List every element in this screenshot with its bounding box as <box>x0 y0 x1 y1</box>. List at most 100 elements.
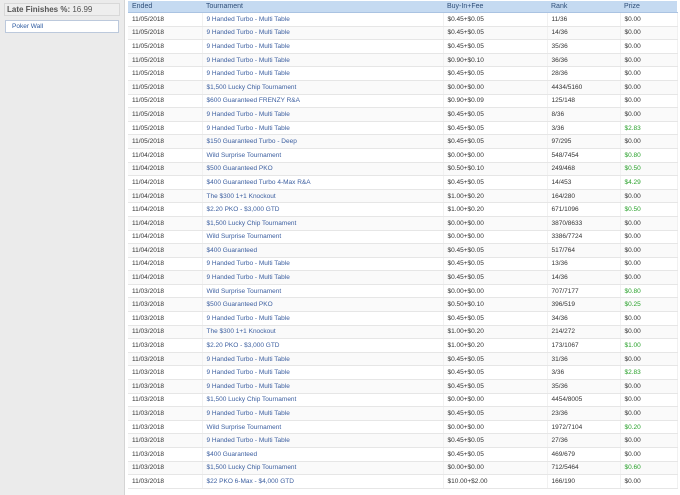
ended-cell: 11/03/2018 <box>128 338 203 353</box>
ended-cell: 11/05/2018 <box>128 66 203 81</box>
buy-in-cell: $0.45+$0.05 <box>443 406 548 421</box>
rank-cell: 4434/5160 <box>547 80 621 95</box>
buy-in-cell: $0.50+$0.10 <box>443 162 548 177</box>
ended-cell: 11/05/2018 <box>128 134 203 149</box>
buy-in-cell: $0.45+$0.05 <box>443 352 548 367</box>
tournament-link[interactable]: $1,500 Lucky Chip Tournament <box>202 461 444 476</box>
late-finishes-value: 16.99 <box>72 5 93 14</box>
ended-cell: 11/03/2018 <box>128 393 203 408</box>
tournament-link[interactable]: $500 Guaranteed PKO <box>202 162 444 177</box>
ended-cell: 11/04/2018 <box>128 243 203 258</box>
rank-cell: 36/36 <box>547 53 621 68</box>
tournament-link[interactable]: 9 Handed Turbo - Multi Table <box>202 270 444 285</box>
header-buy-in[interactable]: Buy-In+Fee <box>443 1 547 13</box>
table-row: 11/05/2018 9 Handed Turbo - Multi Table $0… <box>128 66 678 81</box>
buy-in-cell: $1.00+$0.20 <box>443 189 548 204</box>
buy-in-cell: $0.45+$0.05 <box>443 121 548 136</box>
header-rank[interactable]: Rank <box>547 1 620 13</box>
table-row: 11/03/2018 9 Handed Turbo - Multi Table $0… <box>128 352 678 367</box>
tournament-link[interactable]: $1,500 Lucky Chip Tournament <box>202 393 444 408</box>
tournament-link[interactable]: $2.20 PKO - $3,000 GTD <box>202 338 444 353</box>
tournament-link[interactable]: 9 Handed Turbo - Multi Table <box>202 121 444 136</box>
tournament-link[interactable]: Wild Surprise Tournament <box>202 230 444 245</box>
ended-cell: 11/05/2018 <box>128 94 203 109</box>
rank-cell: 707/7177 <box>547 284 621 299</box>
tournament-link[interactable]: $22 PKO 6-Max - $4,000 GTD <box>202 474 444 489</box>
tournament-link[interactable]: 9 Handed Turbo - Multi Table <box>202 53 444 68</box>
prize-cell: $0.00 <box>620 80 678 95</box>
header-ended[interactable]: Ended <box>128 1 202 13</box>
table-row: 11/03/2018 The $300 1+1 Knockout $1.00+$0.… <box>128 325 678 340</box>
tournament-link[interactable]: Wild Surprise Tournament <box>202 420 444 435</box>
buy-in-cell: $1.00+$0.20 <box>443 202 548 217</box>
tournament-link[interactable]: $400 Guaranteed <box>202 243 444 258</box>
tournament-link[interactable]: $2.20 PKO - $3,000 GTD <box>202 202 444 217</box>
prize-cell: $0.00 <box>620 66 678 81</box>
ended-cell: 11/05/2018 <box>128 12 203 27</box>
buy-in-cell: $0.45+$0.05 <box>443 107 548 122</box>
tournament-link[interactable]: $500 Guaranteed PKO <box>202 297 444 313</box>
tournament-link[interactable]: $1,500 Lucky Chip Tournament <box>202 80 444 95</box>
tournament-link[interactable]: The $300 1+1 Knockout <box>202 189 444 204</box>
ended-cell: 11/03/2018 <box>128 365 203 381</box>
table-row: 11/03/2018 9 Handed Turbo - Multi Table $0… <box>128 311 678 326</box>
tournament-link[interactable]: $1,500 Lucky Chip Tournament <box>202 216 444 231</box>
tournament-link[interactable]: $150 Guaranteed Turbo - Deep <box>202 134 444 149</box>
poker-wall-link[interactable]: Poker Wall <box>12 23 43 30</box>
buy-in-cell: $0.45+$0.05 <box>443 66 548 81</box>
table-row: 11/05/2018 9 Handed Turbo - Multi Table $0… <box>128 121 678 136</box>
ended-cell: 11/05/2018 <box>128 53 203 68</box>
table-row: 11/04/2018 $500 Guaranteed PKO $0.50+$0.10… <box>128 162 678 177</box>
prize-cell: $0.20 <box>620 420 678 435</box>
tournament-link[interactable]: The $300 1+1 Knockout <box>202 325 444 340</box>
table-row: 11/04/2018 Wild Surprise Tournament $0.00+… <box>128 148 678 163</box>
tournament-link[interactable]: $400 Guaranteed <box>202 447 444 462</box>
tournament-link[interactable]: 9 Handed Turbo - Multi Table <box>202 352 444 367</box>
rank-cell: 671/1096 <box>547 202 621 217</box>
tournament-link[interactable]: Wild Surprise Tournament <box>202 148 444 163</box>
prize-cell: $0.00 <box>620 12 678 27</box>
prize-cell: $0.00 <box>620 406 678 421</box>
table-row: 11/03/2018 $22 PKO 6-Max - $4,000 GTD $10.… <box>128 474 678 489</box>
tournament-link[interactable]: 9 Handed Turbo - Multi Table <box>202 433 444 448</box>
tournament-link[interactable]: 9 Handed Turbo - Multi Table <box>202 406 444 421</box>
tournament-link[interactable]: 9 Handed Turbo - Multi Table <box>202 12 444 27</box>
table-row: 11/04/2018 $400 Guaranteed Turbo 4-Max R&… <box>128 175 678 190</box>
table-row: 11/05/2018 9 Handed Turbo - Multi Table $0… <box>128 39 678 54</box>
tournament-link[interactable]: Wild Surprise Tournament <box>202 284 444 299</box>
tournament-link[interactable]: 9 Handed Turbo - Multi Table <box>202 257 444 272</box>
tournament-link[interactable]: 9 Handed Turbo - Multi Table <box>202 26 444 41</box>
tournament-link[interactable]: $400 Guaranteed Turbo 4-Max R&A <box>202 175 444 190</box>
tournament-link[interactable]: $600 Guaranteed FRENZY R&A <box>202 94 444 109</box>
prize-cell: $0.00 <box>620 311 678 326</box>
rank-cell: 3/36 <box>547 121 621 136</box>
prize-cell: $0.00 <box>620 393 678 408</box>
buy-in-cell: $0.45+$0.05 <box>443 379 548 394</box>
ended-cell: 11/05/2018 <box>128 107 203 122</box>
ended-cell: 11/04/2018 <box>128 257 203 272</box>
header-prize[interactable]: Prize <box>620 1 677 13</box>
table-body: 11/05/2018 9 Handed Turbo - Multi Table $0… <box>128 12 678 489</box>
tournament-link[interactable]: 9 Handed Turbo - Multi Table <box>202 311 444 326</box>
table-row: 11/03/2018 $2.20 PKO - $3,000 GTD $1.00+$0… <box>128 338 678 353</box>
prize-cell: $0.00 <box>620 39 678 54</box>
table-row: 11/04/2018 $400 Guaranteed $0.45+$0.05 517/… <box>128 243 678 258</box>
prize-cell: $0.00 <box>620 447 678 462</box>
buy-in-cell: $1.00+$0.20 <box>443 325 548 340</box>
rank-cell: 14/36 <box>547 26 621 41</box>
tournament-link[interactable]: 9 Handed Turbo - Multi Table <box>202 66 444 81</box>
tournament-link[interactable]: 9 Handed Turbo - Multi Table <box>202 39 444 54</box>
ended-cell: 11/04/2018 <box>128 202 203 217</box>
tournament-link[interactable]: 9 Handed Turbo - Multi Table <box>202 107 444 122</box>
ended-cell: 11/03/2018 <box>128 474 203 489</box>
prize-cell: $0.00 <box>620 379 678 394</box>
tournament-link[interactable]: 9 Handed Turbo - Multi Table <box>202 379 444 394</box>
table-row: 11/05/2018 $600 Guaranteed FRENZY R&A $0.9… <box>128 94 678 109</box>
rank-cell: 4454/8005 <box>547 393 621 408</box>
buy-in-cell: $0.00+$0.00 <box>443 216 548 231</box>
sidebar: Late Finishes %: 16.99 Poker Wall <box>0 0 125 495</box>
tournament-link[interactable]: 9 Handed Turbo - Multi Table <box>202 365 444 381</box>
buy-in-cell: $0.00+$0.00 <box>443 393 548 408</box>
header-tournament[interactable]: Tournament <box>202 1 443 13</box>
rank-cell: 249/468 <box>547 162 621 177</box>
